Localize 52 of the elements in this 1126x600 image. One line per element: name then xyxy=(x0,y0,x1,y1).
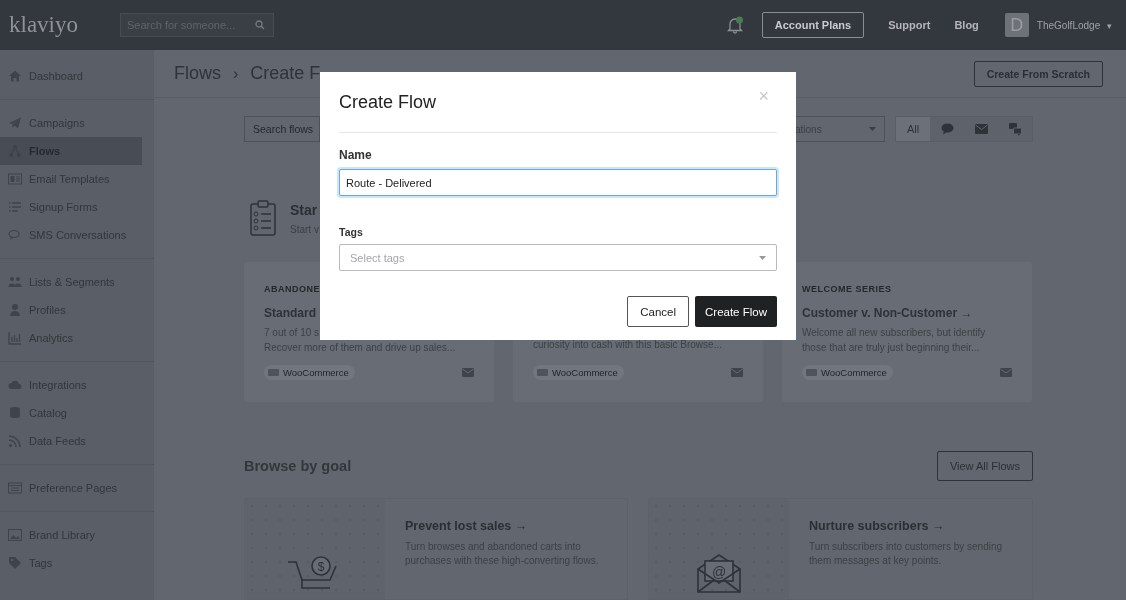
caret-icon xyxy=(869,127,876,131)
name-input[interactable]: Route - Delivered xyxy=(339,169,777,196)
search-icon xyxy=(255,20,265,30)
message-icon xyxy=(1008,122,1022,136)
person-icon xyxy=(8,303,22,317)
tag-icon xyxy=(8,556,22,570)
plane-icon xyxy=(8,116,22,130)
bell-icon[interactable] xyxy=(725,16,744,34)
card-title: Customer v. Non-Customer → xyxy=(802,305,974,322)
nav-link[interactable]: Support xyxy=(888,19,931,31)
home-icon xyxy=(8,69,22,83)
chart-icon xyxy=(8,331,22,345)
mail-icon xyxy=(731,368,743,377)
card-title: Standard xyxy=(264,305,317,322)
rss-icon xyxy=(8,434,22,448)
mail-icon xyxy=(1000,368,1012,377)
image-icon xyxy=(8,528,22,542)
db-icon xyxy=(8,406,22,420)
account-plans-button[interactable]: Account Plans xyxy=(761,12,865,38)
integration-tag: WooCommerce xyxy=(533,365,624,380)
goal-title: Prevent lost sales → xyxy=(405,519,529,533)
chat-icon xyxy=(940,123,954,135)
close-button[interactable]: × xyxy=(750,85,777,107)
dialog-title: Create Flow xyxy=(339,91,437,113)
tags-select[interactable]: Select tags xyxy=(339,244,777,271)
section-title: Star xyxy=(290,201,319,218)
card-category: WELCOME SERIES xyxy=(802,283,893,296)
breadcrumb-separator: › xyxy=(233,64,239,83)
card-category: ABANDONE xyxy=(264,283,321,296)
create-flow-button[interactable]: Create Flow xyxy=(695,296,777,327)
field-label: Tags xyxy=(339,226,364,238)
field-label: Name xyxy=(339,148,373,162)
view-all-flows-button[interactable]: View All Flows xyxy=(936,451,1033,481)
nav-link[interactable]: Blog xyxy=(954,19,979,31)
logo[interactable]: klaviyo xyxy=(9,12,120,38)
integration-tag: WooCommerce xyxy=(802,365,893,380)
integration-tag: WooCommerce xyxy=(264,365,355,380)
people-icon xyxy=(8,275,22,289)
goal-title: Nurture subscribers → xyxy=(809,519,946,533)
search-field[interactable]: Search flows xyxy=(244,116,320,142)
mail-icon xyxy=(974,124,988,134)
create-from-scratch-button[interactable]: Create From Scratch xyxy=(973,60,1103,87)
envelope-icon: @ xyxy=(695,553,743,593)
caret-icon xyxy=(759,255,766,260)
cloud-icon xyxy=(8,378,22,392)
chat-icon xyxy=(8,228,22,242)
clipboard-icon xyxy=(250,200,276,236)
filter-tab[interactable]: All xyxy=(896,117,930,141)
account-menu[interactable]: TheGolfLodge ▾ xyxy=(1036,19,1112,31)
template-icon xyxy=(8,172,22,186)
cancel-button[interactable]: Cancel xyxy=(627,296,689,327)
mail-icon xyxy=(462,368,474,377)
